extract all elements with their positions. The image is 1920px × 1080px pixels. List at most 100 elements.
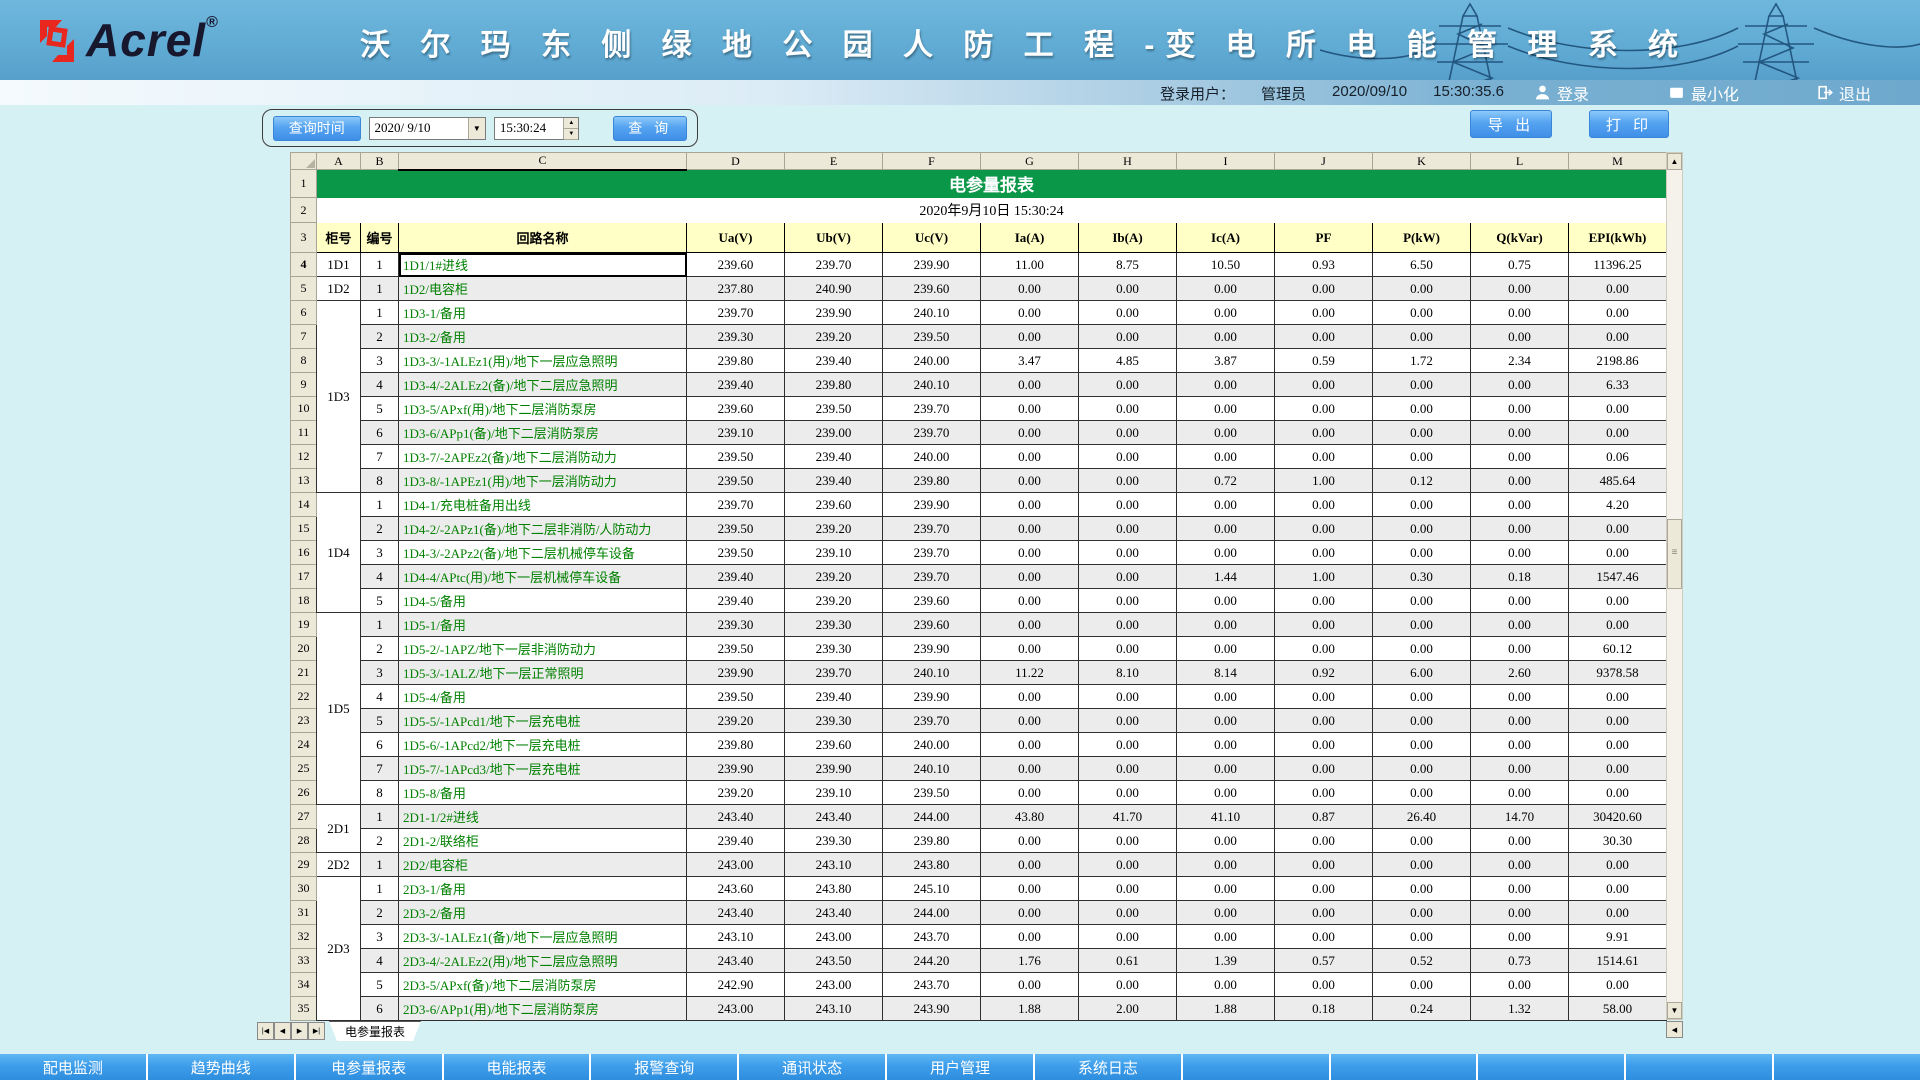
value-cell[interactable]: 0.00 [1372, 732, 1471, 757]
value-cell[interactable]: 0.00 [1078, 324, 1177, 349]
value-cell[interactable]: 0.00 [1372, 756, 1471, 781]
row-number-6[interactable]: 6 [290, 300, 317, 325]
circuit-name-cell[interactable]: 1D3-1/备用 [398, 300, 687, 325]
value-cell[interactable]: 0.00 [1372, 684, 1471, 709]
row-number-7[interactable]: 7 [290, 324, 317, 349]
row-number-15[interactable]: 15 [290, 516, 317, 541]
value-cell[interactable]: 0.00 [1078, 372, 1177, 397]
value-cell[interactable]: 0.00 [1176, 300, 1275, 325]
value-cell[interactable]: 0.00 [1078, 564, 1177, 589]
value-cell[interactable]: 0.00 [1274, 444, 1373, 469]
circuit-name-cell[interactable]: 1D5-4/备用 [398, 684, 687, 709]
row-number-16[interactable]: 16 [290, 540, 317, 565]
value-cell[interactable]: 239.50 [686, 540, 785, 565]
row-number-34[interactable]: 34 [290, 972, 317, 997]
value-cell[interactable]: 239.80 [882, 468, 981, 493]
value-cell[interactable]: 0.00 [980, 372, 1079, 397]
row-number-19[interactable]: 19 [290, 612, 317, 637]
row-number-3[interactable]: 3 [290, 222, 317, 253]
value-cell[interactable]: 0.00 [1078, 708, 1177, 733]
query-button[interactable]: 查 询 [613, 115, 687, 141]
value-cell[interactable]: 6.33 [1568, 372, 1667, 397]
value-cell[interactable]: 30.30 [1568, 828, 1667, 853]
value-cell[interactable]: 0.00 [1470, 516, 1569, 541]
circuit-name-cell[interactable]: 1D4-1/充电桩备用出线 [398, 492, 687, 517]
value-cell[interactable]: 0.00 [1372, 372, 1471, 397]
row-number-26[interactable]: 26 [290, 780, 317, 805]
value-cell[interactable]: 0.00 [1372, 972, 1471, 997]
bottom-nav-item-12[interactable] [1626, 1054, 1773, 1080]
value-cell[interactable]: 0.00 [1470, 684, 1569, 709]
value-cell[interactable]: 0.00 [1372, 900, 1471, 925]
value-cell[interactable]: 239.30 [686, 324, 785, 349]
cabinet-cell[interactable]: 2D2 [316, 852, 361, 877]
value-cell[interactable]: 0.18 [1274, 996, 1373, 1021]
value-cell[interactable]: 8.75 [1078, 252, 1177, 277]
index-cell[interactable]: 7 [360, 756, 399, 781]
value-cell[interactable]: 0.00 [1176, 372, 1275, 397]
value-cell[interactable]: 239.60 [686, 396, 785, 421]
index-cell[interactable]: 7 [360, 444, 399, 469]
value-cell[interactable]: 243.00 [784, 924, 883, 949]
index-cell[interactable]: 2 [360, 828, 399, 853]
dropdown-arrow-icon[interactable]: ▼ [467, 117, 485, 139]
value-cell[interactable]: 41.10 [1176, 804, 1275, 829]
column-letter-J[interactable]: J [1274, 152, 1373, 170]
cabinet-cell[interactable]: 2D3 [316, 876, 361, 1021]
value-cell[interactable]: 239.50 [882, 324, 981, 349]
value-cell[interactable]: 3.87 [1176, 348, 1275, 373]
value-cell[interactable]: 245.10 [882, 876, 981, 901]
exit-button[interactable]: 退出 [1816, 81, 1871, 104]
value-cell[interactable]: 242.90 [686, 972, 785, 997]
bottom-nav-item-4[interactable]: 电能报表 [443, 1054, 590, 1080]
value-cell[interactable]: 0.12 [1372, 468, 1471, 493]
cabinet-cell[interactable]: 1D4 [316, 492, 361, 613]
value-cell[interactable]: 239.70 [882, 516, 981, 541]
row-number-1[interactable]: 1 [290, 169, 317, 198]
export-button[interactable]: 导 出 [1470, 110, 1552, 138]
value-cell[interactable]: 0.00 [1568, 540, 1667, 565]
index-cell[interactable]: 8 [360, 468, 399, 493]
value-cell[interactable]: 239.20 [784, 588, 883, 613]
login-button[interactable]: 登录 [1534, 81, 1589, 104]
index-cell[interactable]: 4 [360, 684, 399, 709]
value-cell[interactable]: 0.00 [1568, 780, 1667, 805]
value-cell[interactable]: 0.00 [1372, 492, 1471, 517]
value-cell[interactable]: 0.00 [1176, 684, 1275, 709]
value-cell[interactable]: 239.70 [784, 660, 883, 685]
value-cell[interactable]: 14.70 [1470, 804, 1569, 829]
index-cell[interactable]: 3 [360, 540, 399, 565]
value-cell[interactable]: 0.00 [1176, 396, 1275, 421]
circuit-name-cell[interactable]: 2D3-3/-1ALEz1(备)/地下一层应急照明 [398, 924, 687, 949]
value-cell[interactable]: 243.10 [686, 924, 785, 949]
row-number-18[interactable]: 18 [290, 588, 317, 613]
value-cell[interactable]: 239.40 [784, 468, 883, 493]
value-cell[interactable]: 0.00 [1372, 516, 1471, 541]
value-cell[interactable]: 243.00 [686, 852, 785, 877]
value-cell[interactable]: 0.00 [1274, 396, 1373, 421]
value-cell[interactable]: 0.00 [1176, 828, 1275, 853]
value-cell[interactable]: 1.00 [1274, 564, 1373, 589]
value-cell[interactable]: 0.00 [1176, 324, 1275, 349]
circuit-name-cell[interactable]: 1D5-8/备用 [398, 780, 687, 805]
value-cell[interactable]: 239.70 [686, 492, 785, 517]
value-cell[interactable]: 239.50 [686, 636, 785, 661]
value-cell[interactable]: 0.00 [1470, 852, 1569, 877]
sheet-nav-first-button[interactable]: |◀ [257, 1022, 274, 1040]
value-cell[interactable]: 243.40 [686, 948, 785, 973]
select-all-corner[interactable] [290, 152, 317, 170]
column-letter-F[interactable]: F [882, 152, 981, 170]
print-button[interactable]: 打 印 [1589, 110, 1669, 138]
query-time-button[interactable]: 查询时间 [273, 115, 361, 141]
value-cell[interactable]: 239.50 [686, 516, 785, 541]
value-cell[interactable]: 0.00 [1274, 276, 1373, 301]
value-cell[interactable]: 1.00 [1274, 468, 1373, 493]
value-cell[interactable]: 485.64 [1568, 468, 1667, 493]
value-cell[interactable]: 0.00 [1372, 420, 1471, 445]
bottom-nav-item-7[interactable]: 用户管理 [887, 1054, 1033, 1080]
value-cell[interactable]: 239.90 [686, 660, 785, 685]
cabinet-cell[interactable]: 1D1 [316, 252, 361, 277]
value-cell[interactable]: 0.00 [1078, 732, 1177, 757]
value-cell[interactable]: 239.60 [686, 252, 785, 277]
value-cell[interactable]: 1514.61 [1568, 948, 1667, 973]
